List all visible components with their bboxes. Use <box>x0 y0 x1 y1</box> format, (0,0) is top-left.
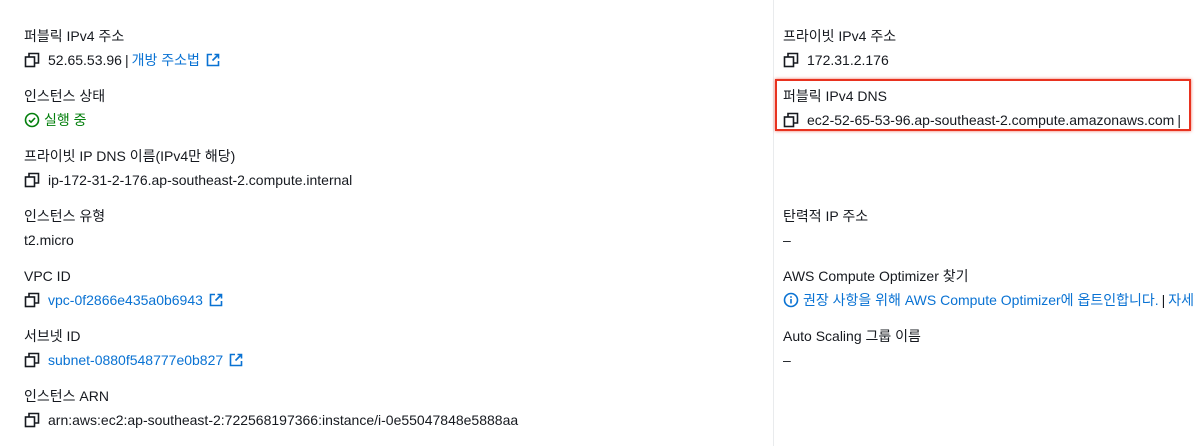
auto-scaling-label: Auto Scaling 그룹 이름 <box>783 328 921 344</box>
separator: | <box>1161 292 1166 308</box>
external-link-icon[interactable] <box>229 353 243 367</box>
status-badge: 실행 중 <box>24 111 87 129</box>
private-ip-dns-field: 프라이빗 IP DNS 이름(IPv4만 해당) ip-172-31-2-176… <box>24 147 352 189</box>
copy-icon[interactable] <box>24 352 40 368</box>
copy-icon[interactable] <box>24 172 40 188</box>
open-address-link[interactable]: 개방 주소법 <box>132 51 200 69</box>
subnet-id-field: 서브넷 ID subnet-0880f548777e0b827 <box>24 327 243 369</box>
elastic-ip-value: – <box>783 232 791 248</box>
info-icon <box>783 292 799 308</box>
vpc-id-label: VPC ID <box>24 268 71 284</box>
external-link-icon[interactable] <box>206 53 220 67</box>
instance-state-label: 인스턴스 상태 <box>24 88 106 104</box>
private-ipv4-value: 172.31.2.176 <box>807 52 889 68</box>
private-ipv4-label: 프라이빗 IPv4 주소 <box>783 28 897 44</box>
compute-optimizer-label: AWS Compute Optimizer 찾기 <box>783 268 969 284</box>
public-ipv4-label: 퍼블릭 IPv4 주소 <box>24 28 125 44</box>
instance-state-value: 실행 중 <box>44 112 87 128</box>
public-ipv4-field: 퍼블릭 IPv4 주소 52.65.53.96 | 개방 주소법 <box>24 27 220 69</box>
column-divider <box>773 0 774 446</box>
copy-icon[interactable] <box>24 412 40 428</box>
instance-arn-label: 인스턴스 ARN <box>24 388 109 404</box>
auto-scaling-value: – <box>783 352 791 368</box>
compute-optimizer-field: AWS Compute Optimizer 찾기 권장 사항을 위해 AWS C… <box>783 267 1195 309</box>
vpc-id-field: VPC ID vpc-0f2866e435a0b6943 <box>24 267 223 309</box>
private-ip-dns-label: 프라이빗 IP DNS 이름(IPv4만 해당) <box>24 148 236 164</box>
compute-optimizer-opt-in-link[interactable]: 권장 사항을 위해 AWS Compute Optimizer에 옵트인합니다. <box>803 291 1159 309</box>
instance-type-field: 인스턴스 유형 t2.micro <box>24 207 105 249</box>
external-link-icon[interactable] <box>209 293 223 307</box>
highlight-box <box>775 79 1191 131</box>
subnet-id-label: 서브넷 ID <box>24 328 81 344</box>
copy-icon[interactable] <box>24 292 40 308</box>
subnet-id-link[interactable]: subnet-0880f548777e0b827 <box>48 351 223 369</box>
private-ip-dns-value: ip-172-31-2-176.ap-southeast-2.compute.i… <box>48 172 353 188</box>
copy-icon[interactable] <box>24 52 40 68</box>
instance-details-panel: 퍼블릭 IPv4 주소 52.65.53.96 | 개방 주소법 인스턴스 상태… <box>0 0 1195 446</box>
separator: | <box>124 52 129 68</box>
vpc-id-link[interactable]: vpc-0f2866e435a0b6943 <box>48 291 203 309</box>
public-ipv4-value: 52.65.53.96 <box>48 52 122 68</box>
private-ipv4-field: 프라이빗 IPv4 주소 172.31.2.176 <box>783 27 896 69</box>
auto-scaling-field: Auto Scaling 그룹 이름 – <box>783 327 921 369</box>
elastic-ip-label: 탄력적 IP 주소 <box>783 208 869 224</box>
copy-icon[interactable] <box>783 52 799 68</box>
instance-type-label: 인스턴스 유형 <box>24 208 106 224</box>
learn-more-link[interactable]: 자세히 <box>1168 291 1195 309</box>
elastic-ip-field: 탄력적 IP 주소 – <box>783 207 868 249</box>
instance-type-value: t2.micro <box>24 232 74 248</box>
instance-arn-field: 인스턴스 ARN arn:aws:ec2:ap-southeast-2:7225… <box>24 387 518 429</box>
instance-arn-value: arn:aws:ec2:ap-southeast-2:722568197366:… <box>48 412 519 428</box>
status-check-icon <box>24 112 40 128</box>
instance-state-field: 인스턴스 상태 실행 중 <box>24 87 105 129</box>
